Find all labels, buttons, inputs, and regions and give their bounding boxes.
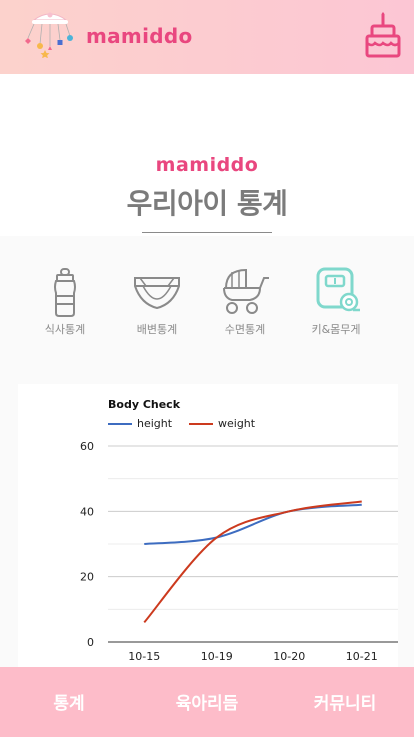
series-line-weight <box>143 500 362 624</box>
hero-subtitle: mamiddo <box>155 154 259 176</box>
body-check-chart: 0 20 40 60 10-15 10-19 10-20 10-21 Body Check h… <box>18 384 398 667</box>
y-tick-label: 40 <box>80 505 94 518</box>
tab-meal-stats[interactable]: 식사통계 <box>25 266 105 344</box>
diaper-icon <box>134 277 180 310</box>
brand-name: mamiddo <box>86 24 193 48</box>
birthday-cake-icon[interactable] <box>364 12 402 60</box>
nav-item-stats[interactable]: 통계 <box>0 689 138 714</box>
nav-item-community[interactable]: 커뮤니티 <box>276 689 414 714</box>
baby-mobile-icon <box>25 12 73 58</box>
tab-meal-stats-label: 식사통계 <box>44 323 86 336</box>
legend-weight-label: weight <box>218 417 256 430</box>
y-tick-label: 20 <box>80 571 94 584</box>
hero-section: mamiddo 우리아이 통계 <box>0 74 414 236</box>
series-line-height <box>144 503 362 545</box>
tab-height-weight-stats[interactable]: 키&몸무게 <box>296 266 376 344</box>
y-tick-label: 60 <box>80 440 94 453</box>
legend-height-label: height <box>137 417 173 430</box>
app-header: mamiddo <box>0 0 414 74</box>
legend-weight-swatch <box>189 423 213 425</box>
x-tick-label: 10-15 <box>128 650 160 663</box>
baby-bottle-icon <box>54 268 76 317</box>
x-tick-label: 10-19 <box>201 650 233 663</box>
tab-height-weight-stats-label: 키&몸무게 <box>311 323 361 336</box>
bottom-nav: 통계 육아리듬 커뮤니티 <box>0 667 414 737</box>
title-divider <box>142 232 272 233</box>
stroller-icon <box>223 268 269 314</box>
chart-canvas: 0 20 40 60 10-15 10-19 10-20 10-21 <box>80 440 398 663</box>
tab-diaper-stats-label: 배변통계 <box>136 323 178 336</box>
tab-sleep-stats-label: 수면통계 <box>224 323 266 336</box>
tab-sleep-stats[interactable]: 수면통계 <box>205 266 285 344</box>
chart-title: Body Check <box>108 398 181 411</box>
x-tick-label: 10-20 <box>273 650 305 663</box>
page-title: 우리아이 통계 <box>126 187 288 220</box>
stats-area: 식사통계 배변통계 수면통계 키&몸무게 0 20 40 60 10-15 10… <box>0 236 414 667</box>
y-tick-label: 0 <box>87 636 94 649</box>
tab-diaper-stats[interactable]: 배변통계 <box>117 266 197 344</box>
legend-height-swatch <box>108 423 132 425</box>
scale-icon <box>316 267 360 312</box>
x-tick-label: 10-21 <box>346 650 378 663</box>
nav-item-rhythm[interactable]: 육아리듬 <box>138 689 276 714</box>
